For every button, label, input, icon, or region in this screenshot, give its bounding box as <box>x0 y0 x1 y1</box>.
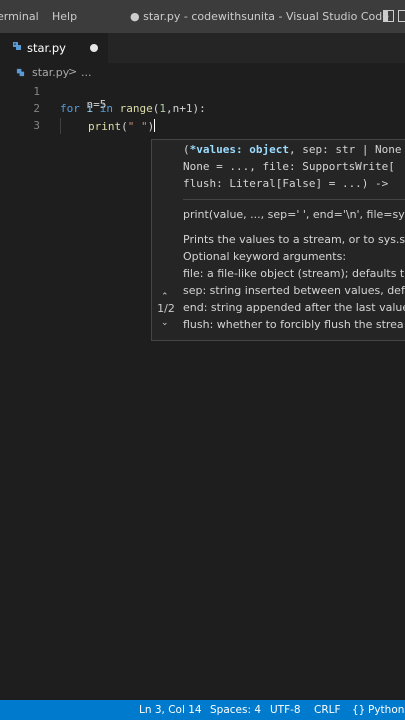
punct-token: ) <box>147 120 155 133</box>
status-bar: Ln 3, Col 14 Spaces: 4 UTF-8 CRLF {} Pyt… <box>0 700 405 720</box>
signature-paren: ( <box>183 143 190 156</box>
tab-bar: star.py <box>0 33 405 63</box>
code-token: ,n+1): <box>166 102 206 115</box>
line-number: 1 <box>33 85 40 98</box>
string-token: " " <box>127 120 148 133</box>
tab-label: star.py <box>27 41 66 55</box>
doc-line: end: string appended after the last valu… <box>183 301 405 314</box>
chevron-up-icon[interactable]: ⌃ <box>161 292 169 302</box>
text-cursor <box>154 119 156 132</box>
breadcrumb-separator: > <box>68 65 78 78</box>
signature-line-3: flush: Literal[False] = ...) -> <box>183 177 389 190</box>
breadcrumb-file[interactable]: star.py <box>32 66 69 79</box>
code-line-3: print(" ") <box>88 119 156 133</box>
encoding[interactable]: UTF-8 <box>270 704 301 716</box>
language-mode[interactable]: Python <box>368 704 404 716</box>
function-token: range <box>113 102 153 115</box>
keyword-token: for <box>60 102 80 115</box>
breadcrumb-more[interactable]: ... <box>81 66 92 79</box>
braces-icon: {} <box>352 704 366 716</box>
doc-line: Optional keyword arguments: <box>183 250 347 263</box>
title-bar: erminal Help ● star.py - codewithsunita … <box>0 0 405 33</box>
signature-line-1: (*values: object, sep: str | None <box>183 143 402 156</box>
usage-line: print(value, ..., sep=' ', end='\n', fil… <box>183 208 405 221</box>
signature-line-2: None = ..., file: SupportsWrite[ <box>183 160 395 173</box>
doc-line: sep: string inserted between values, def… <box>183 284 405 297</box>
toggle-panel-icon[interactable] <box>398 10 405 22</box>
python-file-icon <box>16 68 25 77</box>
doc-line: file: a file-like object (stream); defau… <box>183 267 405 280</box>
active-parameter: *values: object <box>189 143 289 156</box>
overload-counter: 1/2 <box>157 302 175 315</box>
signature-help-popup: (*values: object, sep: str | None None =… <box>151 139 405 341</box>
line-ending[interactable]: CRLF <box>314 704 341 716</box>
python-file-icon <box>13 42 21 50</box>
chevron-down-icon[interactable]: ⌄ <box>161 318 169 328</box>
menu-terminal[interactable]: erminal <box>0 10 39 23</box>
menu-help[interactable]: Help <box>52 10 77 23</box>
line-number: 3 <box>33 119 40 132</box>
punct-token: ( <box>121 120 128 133</box>
variable-token: i <box>79 102 100 115</box>
indent-guide <box>60 118 61 134</box>
doc-line: flush: whether to forcibly flush the str… <box>183 318 404 331</box>
function-token: print <box>88 120 122 133</box>
line-number: 2 <box>33 102 40 115</box>
toggle-sidebar-icon[interactable] <box>383 10 394 22</box>
window-title: ● star.py - codewithsunita - Visual Stud… <box>130 10 389 23</box>
keyword-token: in <box>99 102 113 115</box>
signature-rest: , sep: str | None <box>288 143 402 156</box>
tab-star-py[interactable]: star.py <box>0 33 108 63</box>
cursor-position[interactable]: Ln 3, Col 14 <box>139 704 202 716</box>
doc-line: Prints the values to a stream, or to sys… <box>183 233 405 246</box>
number-token: 1 <box>159 102 166 115</box>
unsaved-dot-icon[interactable] <box>90 44 98 52</box>
code-line-2: for i in range(1,n+1): <box>60 102 206 115</box>
popup-divider <box>183 199 405 200</box>
indentation[interactable]: Spaces: 4 <box>210 704 261 716</box>
